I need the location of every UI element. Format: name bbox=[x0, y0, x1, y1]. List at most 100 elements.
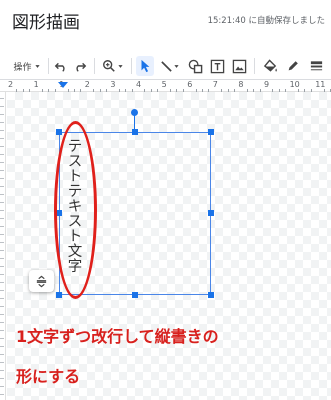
line-tool-button[interactable] bbox=[158, 56, 182, 76]
ruler-tick bbox=[0, 226, 4, 227]
vertical-align-icon bbox=[36, 275, 47, 287]
toolbar-divider bbox=[94, 58, 95, 74]
toolbar: 操作 bbox=[0, 52, 331, 80]
ruler-tick bbox=[0, 154, 4, 155]
ruler-tick bbox=[0, 186, 4, 187]
textbox-icon bbox=[210, 59, 224, 73]
undo-icon bbox=[54, 62, 65, 72]
ruler-tick bbox=[0, 298, 4, 299]
ruler-tick bbox=[0, 234, 4, 235]
ruler-tick bbox=[0, 266, 4, 267]
image-icon bbox=[232, 59, 246, 73]
ruler-number: 2 bbox=[8, 80, 14, 89]
ruler-tick bbox=[0, 202, 4, 203]
ruler-tick bbox=[0, 146, 4, 147]
ruler-tick bbox=[0, 274, 4, 275]
resize-handle-bottom-left[interactable] bbox=[56, 292, 62, 298]
actions-label: 操作 bbox=[13, 62, 32, 73]
ruler-tick bbox=[0, 394, 4, 395]
ruler-tick bbox=[0, 242, 4, 243]
ruler-number: 6 bbox=[187, 80, 193, 89]
ruler-tick bbox=[0, 98, 4, 99]
ruler-tick bbox=[0, 130, 4, 131]
resize-handle-top[interactable] bbox=[132, 129, 138, 135]
toolbar-divider bbox=[131, 58, 132, 74]
image-tool-button[interactable] bbox=[230, 56, 248, 76]
vertical-ruler bbox=[0, 92, 6, 400]
ruler-tick bbox=[0, 170, 4, 171]
ruler-tick bbox=[0, 314, 4, 315]
save-status: 15:21:40 に自動保存しました bbox=[207, 16, 325, 26]
ruler-number: 11 bbox=[315, 80, 326, 89]
dropdown-arrow-icon bbox=[34, 64, 40, 68]
actions-menu[interactable]: 操作 bbox=[10, 56, 44, 76]
ruler-tick bbox=[0, 282, 4, 283]
ruler-number: 3 bbox=[110, 80, 116, 89]
pencil-icon bbox=[288, 61, 298, 71]
ruler-tick bbox=[0, 218, 4, 219]
ruler-tick bbox=[0, 362, 4, 363]
rotation-handle[interactable] bbox=[131, 109, 138, 116]
toolbar-divider bbox=[254, 58, 255, 74]
dropdown-arrow-icon bbox=[174, 64, 179, 68]
ruler-tick bbox=[0, 378, 4, 379]
ruler-tick bbox=[0, 162, 4, 163]
paint-bucket-icon bbox=[263, 58, 277, 72]
fill-color-button[interactable] bbox=[260, 56, 280, 76]
shape-icon bbox=[188, 59, 202, 73]
ruler-tick bbox=[0, 330, 4, 331]
ruler-number: 9 bbox=[264, 80, 270, 89]
select-tool-button[interactable] bbox=[136, 56, 154, 76]
border-weight-button[interactable] bbox=[306, 56, 326, 76]
ruler-number: 5 bbox=[161, 80, 167, 89]
ruler-tick bbox=[0, 250, 4, 251]
undo-button[interactable] bbox=[53, 56, 69, 76]
toolbar-divider bbox=[48, 58, 49, 74]
line-icon bbox=[161, 60, 172, 72]
cursor-arrow-icon bbox=[141, 59, 150, 73]
ruler-number: 10 bbox=[289, 80, 300, 89]
ruler-tick bbox=[0, 306, 4, 307]
zoom-icon bbox=[103, 60, 115, 72]
ruler-tick bbox=[0, 354, 4, 355]
annotation-oval bbox=[54, 121, 97, 299]
ruler-tick bbox=[0, 290, 4, 291]
ruler-tick bbox=[0, 386, 4, 387]
dropdown-arrow-icon bbox=[118, 64, 123, 68]
vertical-align-button[interactable] bbox=[29, 270, 54, 292]
ruler-tick bbox=[0, 370, 4, 371]
ruler-tick bbox=[0, 338, 4, 339]
ruler-number: 7 bbox=[212, 80, 218, 89]
resize-handle-top-right[interactable] bbox=[208, 129, 214, 135]
textbox-tool-button[interactable] bbox=[208, 56, 226, 76]
ruler-tick bbox=[0, 194, 4, 195]
ruler-tick bbox=[0, 178, 4, 179]
ruler-tick bbox=[0, 210, 4, 211]
resize-handle-right[interactable] bbox=[208, 210, 214, 216]
ruler-tick bbox=[0, 138, 4, 139]
border-weight-icon bbox=[310, 60, 322, 70]
border-color-button[interactable] bbox=[284, 56, 302, 76]
shape-tool-button[interactable] bbox=[186, 56, 204, 76]
document-title[interactable]: 図形描画 bbox=[12, 8, 80, 33]
ruler-number: 1 bbox=[33, 80, 39, 89]
resize-handle-bottom-right[interactable] bbox=[208, 292, 214, 298]
redo-button[interactable] bbox=[72, 56, 88, 76]
ruler-number: 8 bbox=[238, 80, 244, 89]
ruler-number: 4 bbox=[136, 80, 142, 89]
ruler-tick bbox=[0, 122, 4, 123]
indent-marker-icon[interactable] bbox=[58, 82, 68, 90]
ruler-tick bbox=[0, 114, 4, 115]
annotation-caption-line1: 1文字ずつ改行して縦書きの bbox=[16, 327, 219, 346]
horizontal-ruler: 211234567891011 bbox=[0, 80, 331, 92]
ruler-tick bbox=[0, 322, 4, 323]
redo-icon bbox=[76, 62, 87, 72]
ruler-number: 2 bbox=[84, 80, 90, 89]
ruler-tick bbox=[0, 258, 4, 259]
ruler-tick bbox=[0, 106, 4, 107]
resize-handle-top-left[interactable] bbox=[56, 129, 62, 135]
resize-handle-bottom[interactable] bbox=[132, 292, 138, 298]
ruler-tick bbox=[0, 346, 4, 347]
annotation-caption-line2: 形にする bbox=[16, 367, 81, 386]
zoom-menu[interactable] bbox=[100, 56, 126, 76]
